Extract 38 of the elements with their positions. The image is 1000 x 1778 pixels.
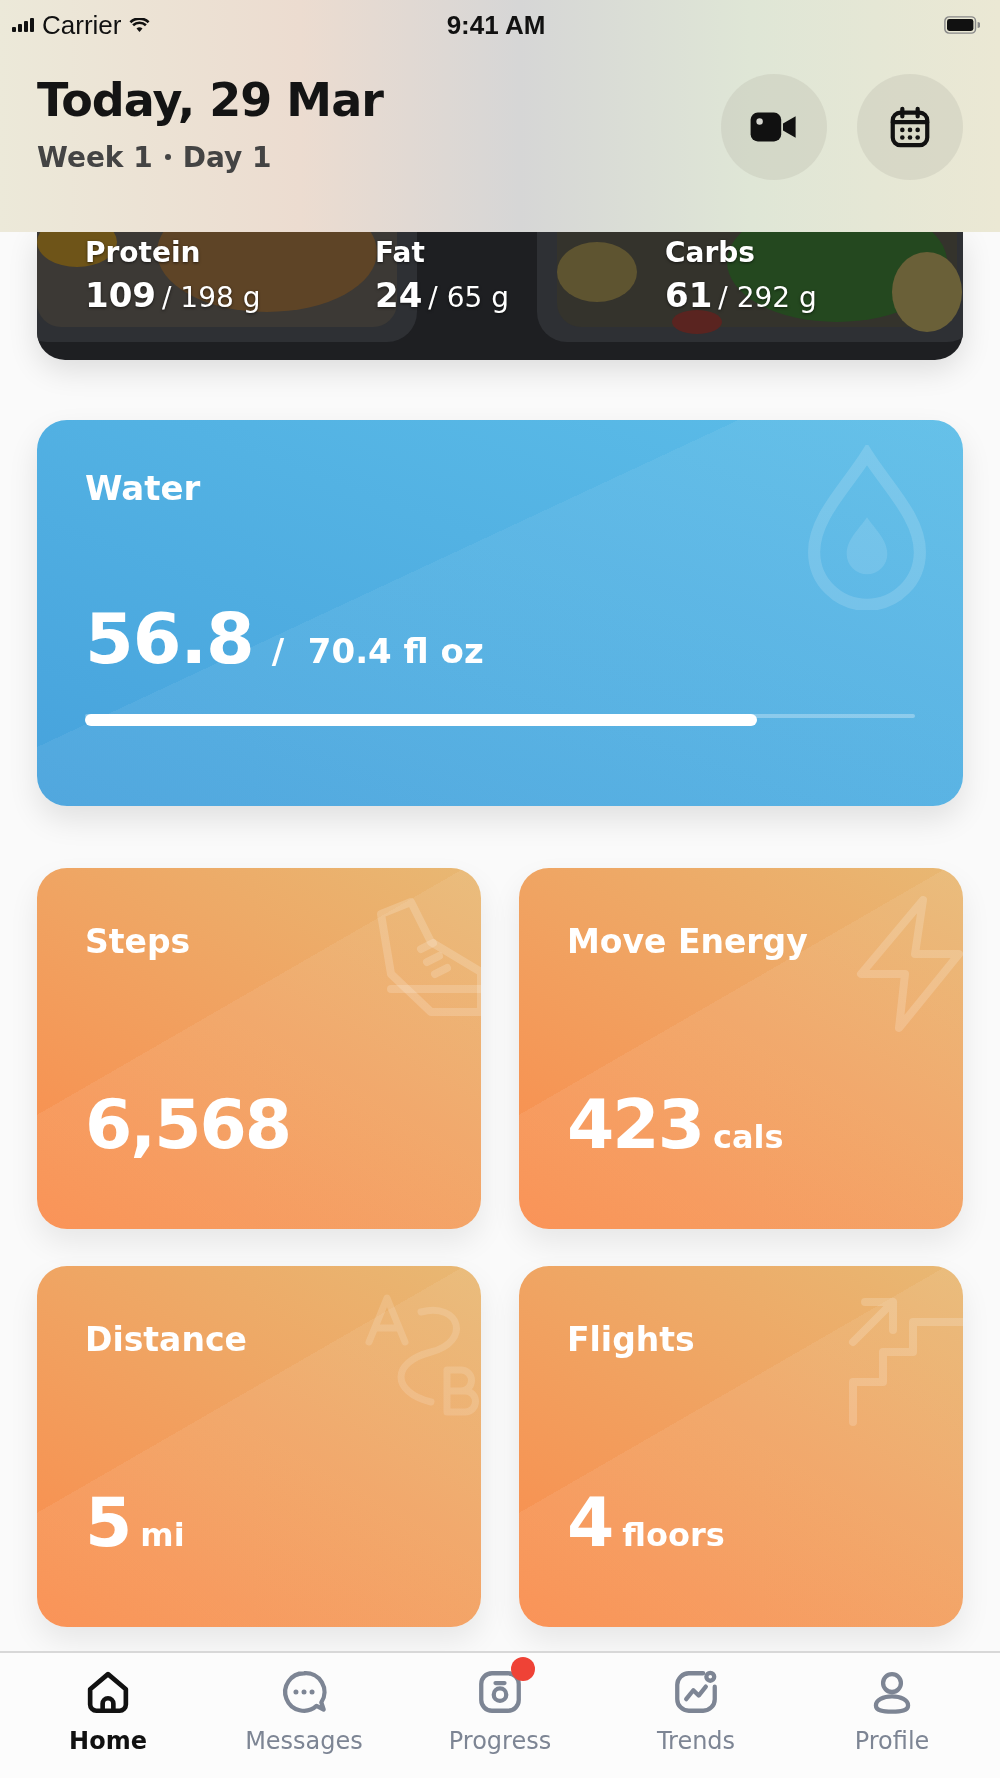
stat-unit: mi: [140, 1516, 185, 1554]
status-time: 9:41 AM: [446, 9, 546, 41]
card-title: Flights: [567, 1320, 696, 1359]
water-value: 56.8: [85, 598, 254, 680]
stat-unit: floors: [622, 1516, 725, 1554]
week-label: Week 1: [37, 140, 153, 174]
stat-value: 423: [567, 1085, 703, 1164]
separator-dot: [164, 154, 171, 160]
card-title: Steps: [85, 922, 192, 961]
water-drop-icon: [806, 445, 928, 610]
macro-label: Fat: [375, 236, 426, 269]
macro-target: / 198 g: [162, 281, 261, 314]
stat-value: 4: [567, 1483, 613, 1562]
macro-label: Carbs: [665, 236, 756, 269]
battery-icon: [944, 16, 980, 34]
signal-icon: [12, 18, 34, 32]
tab-item[interactable]: Profile: [802, 1653, 982, 1778]
tab-item[interactable]: Trends: [606, 1653, 786, 1778]
macro-target: / 292 g: [718, 281, 817, 314]
macro-label: Protein: [85, 236, 202, 269]
stat-unit: cals: [712, 1118, 784, 1156]
page-title: Today, 29 Mar: [37, 72, 383, 127]
tab-item[interactable]: Progress: [410, 1653, 590, 1778]
stat-value: 6,568: [85, 1085, 291, 1164]
card-title: Water: [85, 468, 202, 508]
carrier-name: Carrier: [42, 9, 122, 41]
day-label: Day 1: [182, 140, 272, 174]
card-title: Distance: [85, 1320, 248, 1359]
card-title: Move Energy: [567, 922, 809, 961]
macro-target: / 65 g: [428, 281, 509, 314]
tab-item[interactable]: Messages: [214, 1653, 394, 1778]
stat-value: 5: [85, 1483, 131, 1562]
water-target: / 70.4 fl oz: [271, 631, 484, 671]
macro-value: 109: [85, 275, 156, 315]
tab-item[interactable]: Home: [18, 1653, 198, 1778]
wifi-icon: [129, 17, 151, 33]
macro-value: 61: [665, 275, 713, 315]
macro-value: 24: [375, 275, 423, 315]
